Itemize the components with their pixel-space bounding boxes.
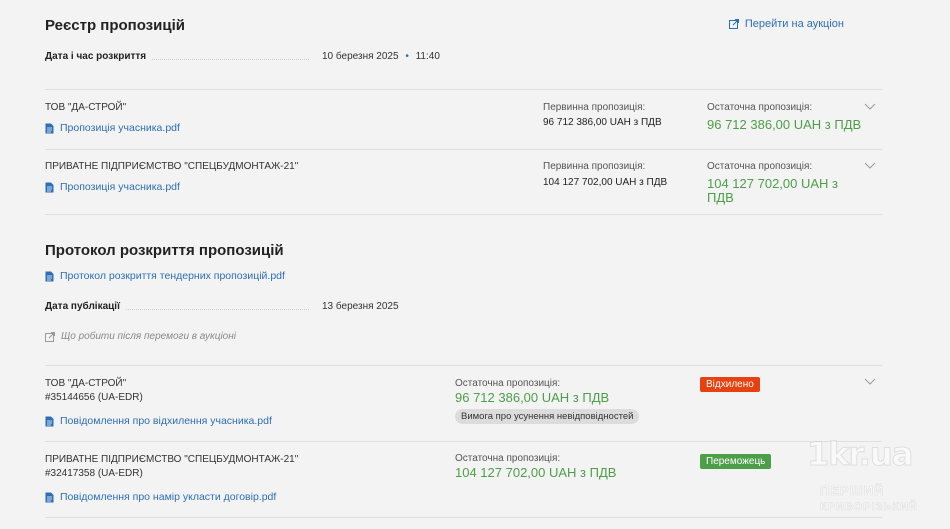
registry-title: Реєстр пропозицій bbox=[45, 17, 185, 34]
chevron-down-icon[interactable] bbox=[864, 103, 876, 111]
publication-date-label: Дата публікації bbox=[45, 301, 315, 312]
contract-intent-link[interactable]: Повідомлення про намір укласти договір.p… bbox=[45, 491, 276, 503]
divider bbox=[45, 149, 882, 150]
bid-file-link[interactable]: Пропозиція учасника.pdf bbox=[45, 181, 180, 193]
go-to-auction-link[interactable]: Перейти на аукціон bbox=[728, 18, 844, 30]
final-offer-value: 96 712 386,00 UAH з ПДВ bbox=[707, 117, 862, 132]
final-offer-label: Остаточна пропозиція: bbox=[455, 378, 561, 389]
status-badge-winner: Переможець bbox=[700, 454, 772, 469]
result-edr-code: #35144656 (UA-EDR) bbox=[45, 392, 143, 403]
go-to-auction-label: Перейти на аукціон bbox=[744, 18, 844, 30]
divider bbox=[45, 441, 882, 442]
rejection-notice-link[interactable]: Повідомлення про відхилення учасника.pdf bbox=[45, 415, 272, 427]
divider bbox=[45, 365, 882, 366]
status-badge-rejected: Відхилено bbox=[700, 377, 760, 392]
document-icon bbox=[45, 492, 54, 502]
divider bbox=[45, 517, 882, 518]
proposals-card: Реєстр пропозицій Перейти на аукціон Дат… bbox=[0, 0, 912, 529]
open-datetime-value: 10 березня 2025 • 11:40 bbox=[322, 51, 440, 62]
bid-file-link[interactable]: Пропозиція учасника.pdf bbox=[45, 122, 180, 134]
watermark-logo: 1kr.ua ПЕРШИЙ КРИВОРІЗЬКИЙ bbox=[806, 435, 918, 514]
initial-offer-label: Первинна пропозиція: bbox=[543, 102, 646, 113]
document-icon bbox=[45, 123, 54, 133]
result-edr-code: #32417358 (UA-EDR) bbox=[45, 468, 143, 479]
final-offer-label: Остаточна пропозиція: bbox=[455, 453, 561, 464]
open-datetime-label: Дата і час розкриття bbox=[45, 51, 315, 62]
protocol-title: Протокол розкриття пропозицій bbox=[45, 242, 284, 259]
document-icon bbox=[45, 182, 54, 192]
bid-org-name: ТОВ "ДА-СТРОЙ" bbox=[45, 102, 127, 113]
document-icon bbox=[45, 416, 54, 426]
divider bbox=[45, 214, 882, 215]
final-offer-value: 104 127 702,00 UAH з bbox=[707, 176, 838, 191]
final-offer-value: 96 712 386,00 UAH з ПДВ bbox=[455, 390, 610, 405]
external-link-icon bbox=[728, 19, 739, 29]
document-icon bbox=[45, 271, 54, 281]
divider bbox=[45, 89, 882, 90]
protocol-file-link[interactable]: Протокол розкриття тендерних пропозицій.… bbox=[45, 270, 285, 282]
initial-offer-label: Первинна пропозиція: bbox=[543, 161, 646, 172]
final-offer-label: Остаточна пропозиція: bbox=[707, 161, 813, 172]
initial-offer-value: 96 712 386,00 UAH з ПДВ bbox=[543, 117, 662, 128]
chevron-down-icon[interactable] bbox=[864, 378, 876, 386]
bid-org-name: ПРИВАТНЕ ПІДПРИЄМСТВО "СПЕЦБУДМОНТАЖ-21" bbox=[45, 161, 299, 172]
final-offer-value: 104 127 702,00 UAH з ПДВ bbox=[455, 465, 617, 480]
result-org-name: ТОВ "ДА-СТРОЙ" bbox=[45, 378, 127, 389]
initial-offer-value: 104 127 702,00 UAH з ПДВ bbox=[543, 177, 668, 188]
after-win-link[interactable]: Що робити після перемоги в аукціоні bbox=[45, 331, 236, 342]
chevron-down-icon[interactable] bbox=[864, 162, 876, 170]
external-link-icon bbox=[45, 331, 55, 342]
result-org-name: ПРИВАТНЕ ПІДПРИЄМСТВО "СПЕЦБУДМОНТАЖ-21" bbox=[45, 454, 299, 465]
final-offer-value-cont: ПДВ bbox=[707, 190, 734, 205]
final-offer-label: Остаточна пропозиція: bbox=[707, 102, 813, 113]
publication-date-value: 13 березня 2025 bbox=[322, 301, 399, 312]
requirement-tag: Вимога про усунення невідповідностей bbox=[455, 409, 640, 424]
